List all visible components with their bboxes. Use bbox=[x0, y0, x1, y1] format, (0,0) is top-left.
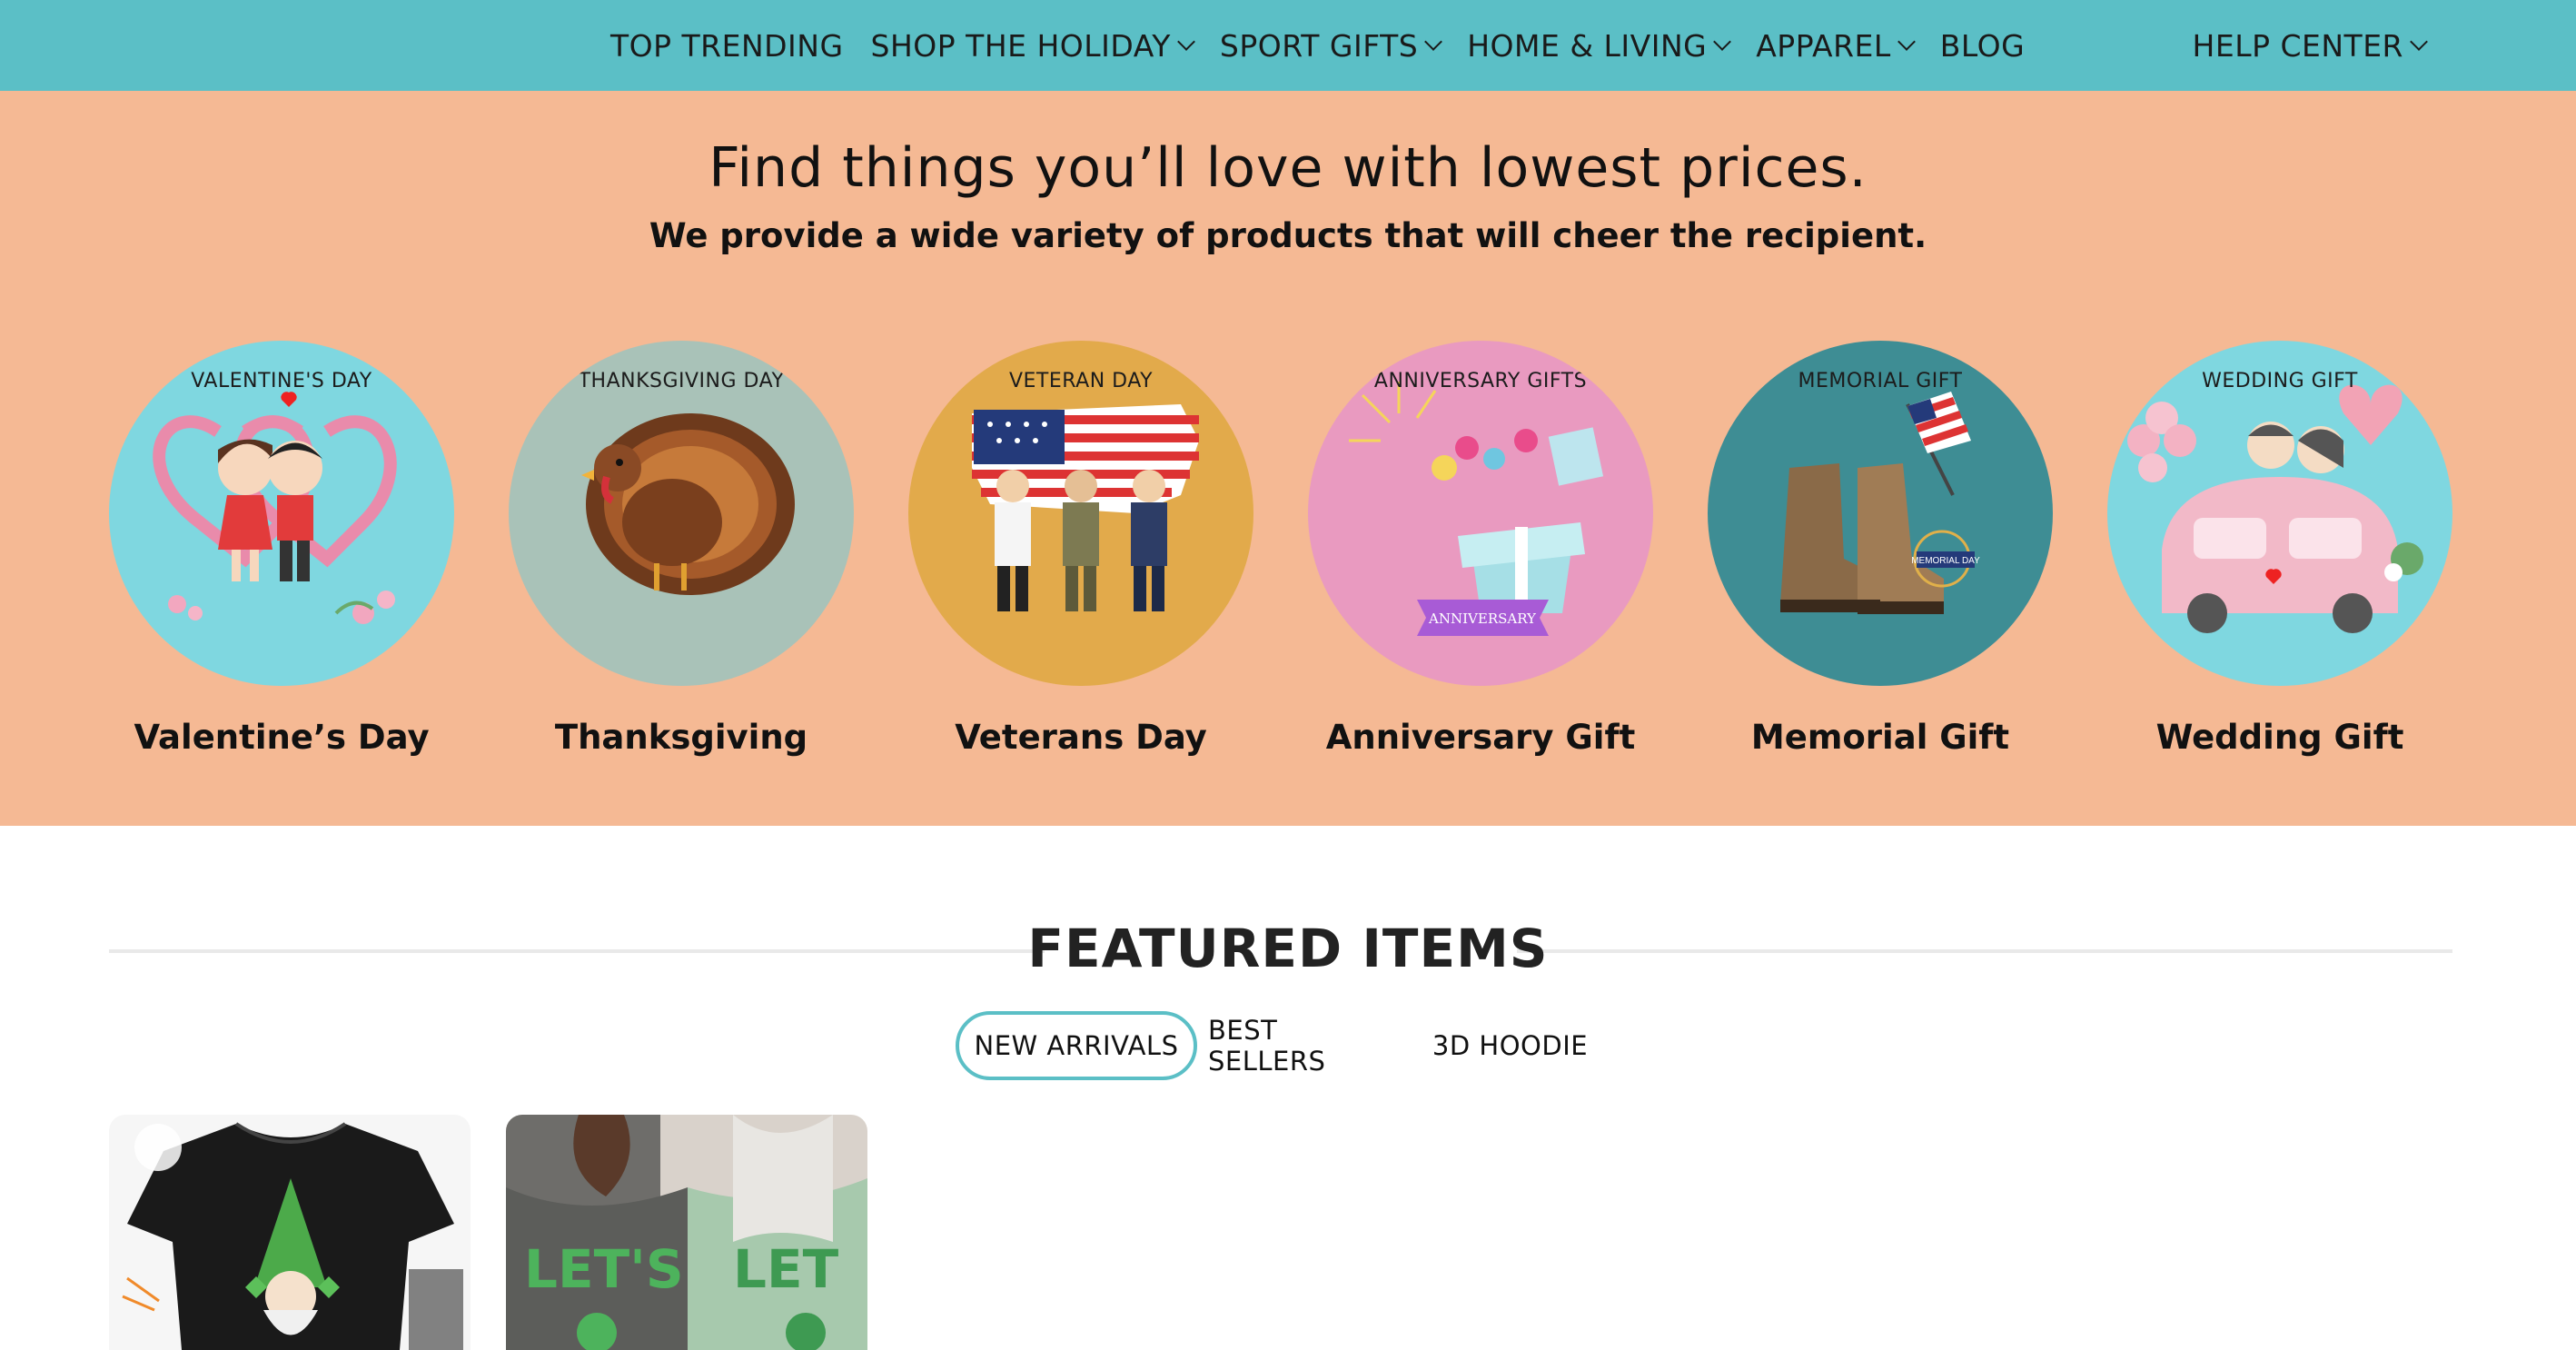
category-card-veterans-day[interactable]: VETERAN DAY Veterans Day bbox=[881, 341, 1281, 813]
nav-item-label: HELP CENTER bbox=[2192, 27, 2403, 64]
valentine-couple-icon bbox=[153, 392, 397, 624]
product-card[interactable] bbox=[109, 1115, 471, 1350]
category-card-anniversary-gift[interactable]: ANNIVERSARY ANNIVERSARY GIFTS Anniversar… bbox=[1281, 341, 1680, 813]
category-tag: MEMORIAL GIFT bbox=[1798, 370, 1963, 392]
anniversary-banner-text: ANNIVERSARY bbox=[1428, 610, 1537, 627]
category-title[interactable]: Thanksgiving bbox=[481, 718, 881, 757]
chevron-down-icon bbox=[2410, 33, 2428, 51]
category-image[interactable]: THANKSGIVING DAY bbox=[509, 341, 854, 686]
lets-day-shirts-image: LET'S LET bbox=[506, 1115, 867, 1350]
chevron-down-icon bbox=[1897, 33, 1916, 51]
category-title[interactable]: Valentine’s Day bbox=[82, 718, 481, 757]
boots-flag-icon: MEMORIAL DAY bbox=[1780, 392, 1980, 614]
category-title[interactable]: Wedding Gift bbox=[2080, 718, 2480, 757]
top-nav: TOP TRENDING SHOP THE HOLIDAY SPORT GIFT… bbox=[0, 0, 2576, 91]
hero-title: Find things you’ll love with lowest pric… bbox=[708, 136, 1868, 200]
wedding-car-icon bbox=[2127, 384, 2423, 633]
nav-item-blog[interactable]: BLOG bbox=[1940, 28, 2025, 64]
nav-item-shop-the-holiday[interactable]: SHOP THE HOLIDAY bbox=[870, 27, 1195, 64]
nav-item-label: BLOG bbox=[1939, 27, 2026, 64]
product-card[interactable]: LET'S LET bbox=[506, 1115, 867, 1350]
main-menu: TOP TRENDING SHOP THE HOLIDAY SPORT GIFT… bbox=[610, 0, 2052, 91]
hero-section: Find things you’ll love with lowest pric… bbox=[0, 91, 2576, 826]
chevron-down-icon bbox=[1424, 33, 1443, 51]
chevron-down-icon bbox=[1713, 33, 1732, 51]
turkey-icon bbox=[581, 413, 795, 595]
veterans-flag-icon bbox=[972, 404, 1199, 611]
category-title[interactable]: Veterans Day bbox=[881, 718, 1281, 757]
category-card-wedding-gift[interactable]: WEDDING GIFT Wedding Gift bbox=[2080, 341, 2480, 813]
nav-item-top-trending[interactable]: TOP TRENDING bbox=[610, 28, 844, 64]
tab-new-arrivals[interactable]: NEW ARRIVALS bbox=[956, 1011, 1197, 1080]
tab-3d-hoodie[interactable]: 3D HOODIE bbox=[1417, 1011, 1603, 1080]
category-tag: THANKSGIVING DAY bbox=[578, 370, 785, 392]
svg-text:LET: LET bbox=[733, 1238, 839, 1300]
memorial-badge-text: MEMORIAL DAY bbox=[1911, 556, 1980, 566]
svg-text:LET'S: LET'S bbox=[524, 1238, 684, 1300]
category-tag: VETERAN DAY bbox=[1008, 370, 1154, 392]
nav-item-sport-gifts[interactable]: SPORT GIFTS bbox=[1219, 27, 1443, 64]
category-title[interactable]: Anniversary Gift bbox=[1281, 718, 1680, 757]
nav-item-help-center[interactable]: HELP CENTER bbox=[2192, 0, 2428, 91]
gift-box-icon: ANNIVERSARY bbox=[1349, 382, 1604, 636]
category-list: VALENTINE'S DAY Valentine’s Day THANKSGI… bbox=[0, 341, 2576, 813]
tab-best-sellers[interactable]: BEST SELLERS bbox=[1208, 1011, 1403, 1080]
section-title: FEATURED ITEMS bbox=[1027, 918, 1549, 979]
category-tag: ANNIVERSARY GIFTS bbox=[1373, 370, 1588, 392]
wishlist-button[interactable] bbox=[134, 1124, 182, 1171]
category-card-valentines-day[interactable]: VALENTINE'S DAY Valentine’s Day bbox=[82, 341, 481, 813]
nav-item-label: APPAREL bbox=[1756, 27, 1891, 64]
nav-item-label: SHOP THE HOLIDAY bbox=[870, 27, 1171, 64]
category-image[interactable]: MEMORIAL DAY MEMORIAL GIFT bbox=[1708, 341, 2053, 686]
nav-item-home-living[interactable]: HOME & LIVING bbox=[1467, 27, 1732, 64]
category-title[interactable]: Memorial Gift bbox=[1680, 718, 2080, 757]
nav-item-label: HOME & LIVING bbox=[1467, 27, 1708, 64]
category-tag: WEDDING GIFT bbox=[2202, 370, 2358, 392]
category-card-thanksgiving[interactable]: THANKSGIVING DAY Thanksgiving bbox=[481, 341, 881, 813]
category-image[interactable]: VETERAN DAY bbox=[908, 341, 1253, 686]
featured-tabs: NEW ARRIVALS BEST SELLERS 3D HOODIE bbox=[0, 1011, 2576, 1080]
category-card-memorial-gift[interactable]: MEMORIAL DAY MEMORIAL GIFT Memorial Gift bbox=[1680, 341, 2080, 813]
hero-subtitle: We provide a wide variety of products th… bbox=[649, 216, 1927, 255]
category-image[interactable]: WEDDING GIFT bbox=[2107, 341, 2452, 686]
nav-item-label: SPORT GIFTS bbox=[1219, 27, 1419, 64]
nav-item-label: TOP TRENDING bbox=[610, 27, 844, 64]
category-image[interactable]: VALENTINE'S DAY bbox=[109, 341, 454, 686]
chevron-down-icon bbox=[1177, 33, 1195, 51]
category-tag: VALENTINE'S DAY bbox=[191, 370, 372, 392]
category-image[interactable]: ANNIVERSARY ANNIVERSARY GIFTS bbox=[1308, 341, 1653, 686]
nav-item-apparel[interactable]: APPAREL bbox=[1756, 27, 1916, 64]
